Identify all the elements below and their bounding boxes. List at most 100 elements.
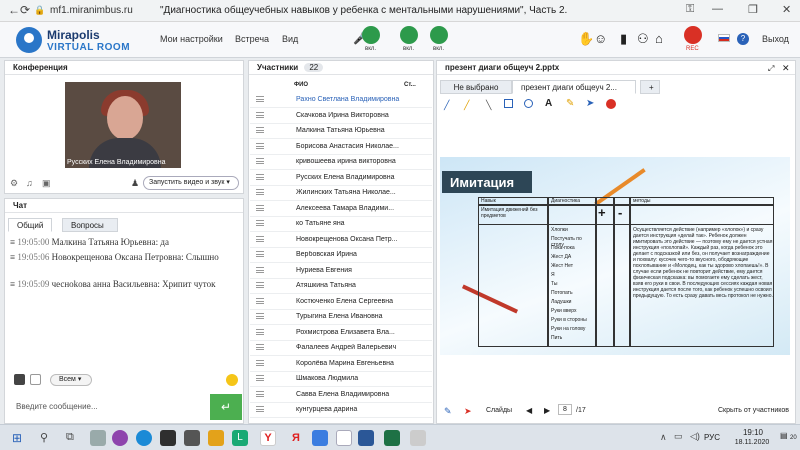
clock-time[interactable]: 19:10 xyxy=(734,428,772,437)
drag-handle-icon[interactable] xyxy=(256,344,264,350)
next-slide-icon[interactable]: ▶ xyxy=(544,406,550,415)
key-icon[interactable]: ⚿ xyxy=(686,3,694,16)
network-tray-icon[interactable]: ▭ xyxy=(674,431,683,442)
mic-button[interactable] xyxy=(362,26,380,44)
network-icon[interactable]: ⌂ xyxy=(655,31,663,46)
drag-handle-icon[interactable] xyxy=(256,282,264,288)
text-tool-icon[interactable]: A xyxy=(545,98,552,109)
participant-row[interactable]: Русских Елена Владимировна xyxy=(250,170,432,186)
pen-tool-icon[interactable]: ╱ xyxy=(444,100,449,111)
participant-row[interactable]: Новокрещенова Оксана Петр... xyxy=(250,232,432,248)
lang-indicator[interactable]: РУС xyxy=(704,433,720,442)
marker-tool-icon[interactable]: ╱ xyxy=(464,100,469,111)
slides-label[interactable]: Слайды xyxy=(486,407,512,414)
video-settings-icon[interactable]: ⚙ xyxy=(10,178,18,189)
drag-handle-icon[interactable] xyxy=(256,235,264,242)
menu-view[interactable]: Вид xyxy=(282,34,298,44)
app-icon[interactable] xyxy=(410,430,426,446)
close-presentation-icon[interactable]: ✕ xyxy=(782,63,790,74)
emoji-icon[interactable]: ☺ xyxy=(594,31,607,46)
start-video-dropdown[interactable]: Запустить видео и звук ▾ xyxy=(143,176,239,190)
participant-row[interactable]: Костюченко Елена Сергеевна xyxy=(250,294,432,310)
tab-questions[interactable]: Вопросы xyxy=(62,218,118,232)
url-text[interactable]: mf1.miranimbus.ru xyxy=(50,5,133,16)
prev-slide-icon[interactable]: ◀ xyxy=(526,406,532,415)
excel-app-icon[interactable] xyxy=(384,430,400,446)
word-app-icon[interactable] xyxy=(358,430,374,446)
text-color-button[interactable] xyxy=(14,374,25,385)
drag-handle-icon[interactable] xyxy=(256,189,264,195)
drag-handle-icon[interactable] xyxy=(256,359,264,366)
drag-handle-icon[interactable] xyxy=(256,142,264,149)
participant-row[interactable]: Борисова Анастасия Николае... xyxy=(250,139,432,155)
drag-handle-icon[interactable] xyxy=(256,266,264,273)
drag-handle-icon[interactable] xyxy=(256,111,264,118)
tray-up-icon[interactable]: ∧ xyxy=(660,432,667,443)
camera-button[interactable] xyxy=(400,26,418,44)
l-app-icon[interactable]: L xyxy=(232,430,248,446)
minimize-icon[interactable]: — xyxy=(712,3,723,15)
participant-row[interactable]: Вербовская Ирина xyxy=(250,247,432,263)
users-icon[interactable]: ⚇ xyxy=(637,31,649,47)
participant-row[interactable]: Алексеева Тамара Владими... xyxy=(250,201,432,217)
drag-handle-icon[interactable] xyxy=(256,390,264,397)
emoji-picker-icon[interactable] xyxy=(226,374,238,386)
notifications-icon[interactable]: ▤ xyxy=(780,431,788,440)
clock-date[interactable]: 18.11.2020 xyxy=(726,439,778,446)
col-fio[interactable]: ФИО xyxy=(294,82,308,88)
participant-row[interactable]: Жилинских Татьяна Николае... xyxy=(250,185,432,201)
participant-row[interactable]: Королёва Марина Евгеньевна xyxy=(250,356,432,372)
bg-color-button[interactable] xyxy=(30,374,41,385)
pointer-mode-icon[interactable]: ➤ xyxy=(464,406,472,417)
yandex-browser-icon[interactable]: Y xyxy=(260,430,276,446)
drag-handle-icon[interactable] xyxy=(256,328,264,335)
add-tab-button[interactable]: + xyxy=(640,80,660,94)
drag-handle-icon[interactable] xyxy=(256,220,264,226)
search-icon[interactable]: ⚲ xyxy=(40,431,48,444)
explorer-app-icon[interactable] xyxy=(160,430,176,446)
layout-icon[interactable]: ▣ xyxy=(42,178,51,189)
drag-handle-icon[interactable] xyxy=(256,251,264,257)
line-tool-icon[interactable]: ╲ xyxy=(486,100,491,111)
page-input[interactable]: 8 xyxy=(558,404,572,415)
tab-general[interactable]: Общий xyxy=(8,218,53,232)
drag-handle-icon[interactable] xyxy=(256,158,264,164)
participant-row[interactable]: Малкина Татьяна Юрьевна xyxy=(250,123,432,139)
audio-settings-icon[interactable]: ♫ xyxy=(26,178,33,188)
recipient-dropdown[interactable]: Всем ▾ xyxy=(50,374,92,386)
volume-tray-icon[interactable]: ◁) xyxy=(690,431,700,442)
drag-handle-icon[interactable] xyxy=(256,127,264,133)
alice-app-icon[interactable] xyxy=(112,430,128,446)
yandex-icon[interactable]: Я xyxy=(288,430,304,446)
back-arrow-icon[interactable]: ← xyxy=(8,3,20,17)
record-button[interactable] xyxy=(684,26,702,44)
screen-share-button[interactable] xyxy=(430,26,448,44)
participant-row[interactable]: Рохмистрова Елизавета Вла... xyxy=(250,325,432,341)
drag-handle-icon[interactable] xyxy=(256,173,264,180)
tab-presentation-file[interactable]: презент диаги общеуч 2... xyxy=(512,80,636,94)
participant-row[interactable]: кунгурцева дарина xyxy=(250,402,432,418)
pointer-tool-icon[interactable]: ➤ xyxy=(586,98,594,109)
store-app-icon[interactable] xyxy=(184,430,200,446)
participant-row[interactable]: Шмакова Людмила xyxy=(250,371,432,387)
drag-handle-icon[interactable] xyxy=(256,297,264,304)
participant-row[interactable]: Нуриева Евгения xyxy=(250,263,432,279)
drag-handle-icon[interactable] xyxy=(256,406,264,412)
close-icon[interactable]: ✕ xyxy=(782,3,791,16)
participant-row[interactable]: Скачкова Ирина Викторовна xyxy=(250,108,432,124)
hide-from-participants[interactable]: Скрыть от участников xyxy=(718,407,789,414)
help-icon[interactable]: ? xyxy=(737,33,749,45)
mail-app-icon[interactable] xyxy=(312,430,328,446)
maximize-icon[interactable]: ❐ xyxy=(748,3,758,16)
participant-row[interactable]: ко Татьяне яна xyxy=(250,216,432,232)
drag-handle-icon[interactable] xyxy=(256,313,264,319)
task-view-icon[interactable]: ⧉ xyxy=(66,431,74,444)
send-button[interactable]: ↵ xyxy=(210,394,242,420)
participant-row[interactable]: Савва Елена Владимировна xyxy=(250,387,432,403)
participant-row[interactable]: Фалалеев Андрей Валерьевич xyxy=(250,340,432,356)
participant-row[interactable]: Рахно Светлана Владимировна xyxy=(250,92,432,108)
highlighter-tool-icon[interactable]: ✎ xyxy=(566,98,574,109)
folder-app-icon[interactable] xyxy=(208,430,224,446)
menu-meeting[interactable]: Встреча xyxy=(235,34,269,44)
draw-mode-icon[interactable]: ✎ xyxy=(444,406,452,417)
